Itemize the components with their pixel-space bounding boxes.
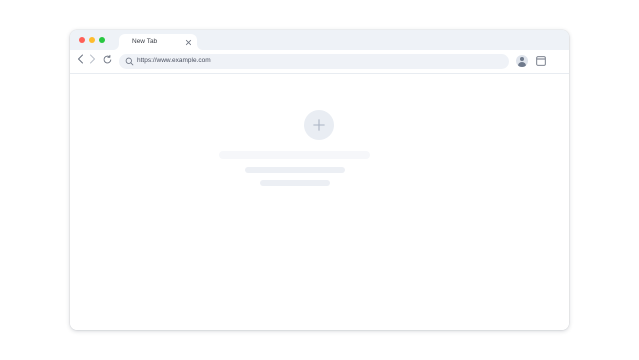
browser-window: New Tab https://www.example.com: [70, 30, 569, 330]
new-tab-page: [70, 74, 569, 330]
reload-button[interactable]: [102, 54, 113, 65]
placeholder-line: [245, 167, 345, 173]
placeholder-line: [260, 180, 330, 186]
close-icon[interactable]: [185, 39, 192, 46]
tab-new-tab[interactable]: New Tab: [119, 34, 197, 50]
forward-button[interactable]: [87, 53, 97, 65]
back-button[interactable]: [76, 53, 86, 65]
window-close-button[interactable]: [79, 37, 85, 43]
url-text[interactable]: https://www.example.com: [137, 57, 211, 64]
address-bar[interactable]: https://www.example.com: [119, 54, 509, 69]
window-maximize-button[interactable]: [99, 37, 105, 43]
search-icon: [125, 57, 134, 66]
placeholder-line: [219, 151, 370, 159]
plus-icon: [313, 119, 325, 131]
tab-title: New Tab: [132, 38, 158, 45]
avatar-body: [518, 62, 526, 67]
avatar-head: [520, 57, 524, 61]
tab-strip: New Tab: [70, 30, 569, 50]
window-minimize-button[interactable]: [89, 37, 95, 43]
profile-avatar-icon[interactable]: [516, 55, 528, 67]
window-icon[interactable]: [536, 56, 546, 66]
toolbar: https://www.example.com: [70, 50, 569, 74]
add-shortcut-button[interactable]: [304, 110, 334, 140]
